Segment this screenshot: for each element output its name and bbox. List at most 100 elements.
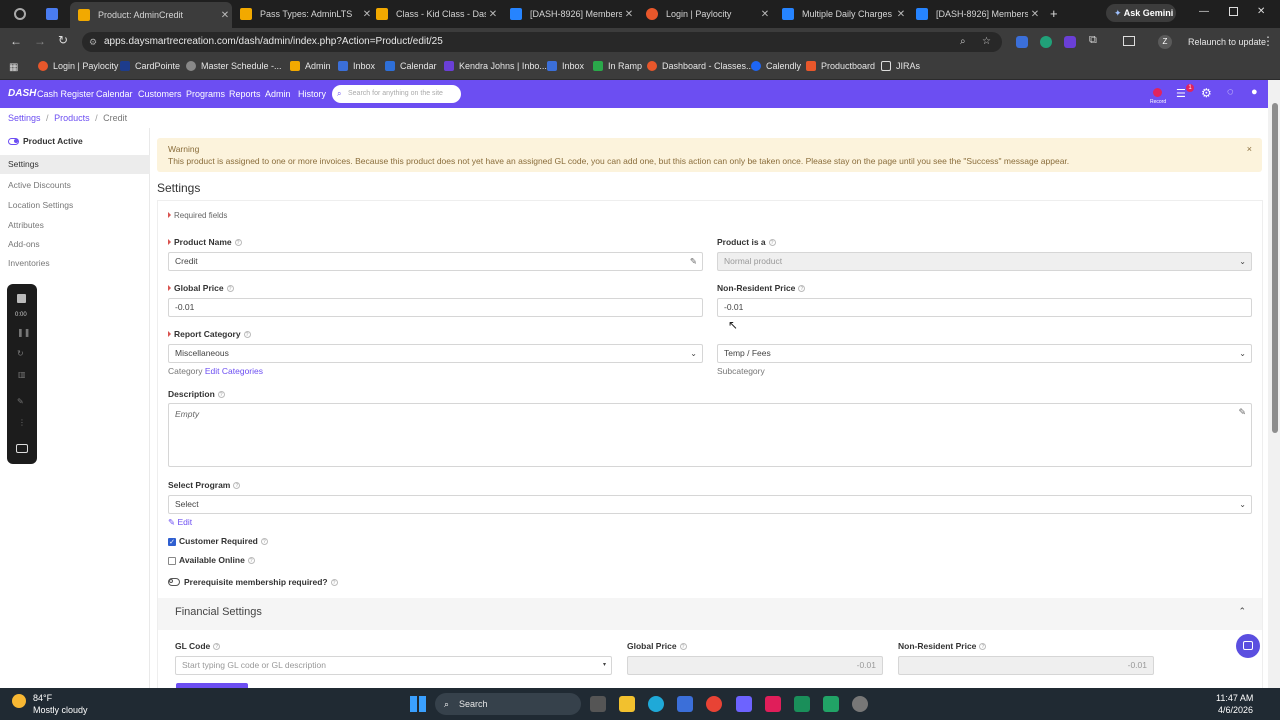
bookmark-jiras[interactable]: JIRAs	[881, 61, 920, 71]
side-panel-icon[interactable]	[1123, 36, 1135, 46]
user-account-icon[interactable]: ●	[1251, 86, 1258, 98]
record-icon[interactable]	[1153, 88, 1162, 97]
sidebar-item-settings[interactable]: Settings	[0, 155, 150, 174]
help-icon[interactable]: ?	[247, 557, 255, 565]
settings-icon[interactable]	[852, 696, 868, 712]
chat-support-icon[interactable]	[1236, 634, 1260, 658]
edit-pencil-icon[interactable]: ✎	[690, 253, 697, 270]
bookmark-inbox-2[interactable]: Inbox	[547, 61, 584, 71]
excel-icon[interactable]	[823, 696, 839, 712]
extension-icon[interactable]	[1064, 36, 1076, 48]
tab-jira-dash-8926-2[interactable]: [DASH-8926] Membersh ✕	[916, 4, 1042, 24]
close-tab-icon[interactable]: ✕	[622, 9, 636, 20]
stop-icon[interactable]	[17, 294, 26, 303]
nav-cash-register[interactable]: Cash Register	[37, 89, 94, 99]
copilot-icon[interactable]	[736, 696, 752, 712]
taskbar-search[interactable]: ⌕ Search	[435, 693, 581, 715]
extensions-puzzle-icon[interactable]: ⧉	[1089, 34, 1097, 47]
nav-reports[interactable]: Reports	[229, 89, 261, 99]
bookmark-calendly[interactable]: Calendly	[751, 61, 801, 71]
sidebar-item-location-settings[interactable]: Location Settings	[8, 200, 73, 210]
nav-history[interactable]: History	[298, 89, 326, 99]
edge-icon[interactable]	[648, 696, 664, 712]
global-price-input[interactable]: -0.01	[168, 298, 703, 317]
app-icon[interactable]	[794, 696, 810, 712]
close-tab-icon[interactable]: ✕	[894, 9, 908, 20]
subcategory-select[interactable]: Temp / Fees ⌄	[717, 344, 1252, 363]
store-icon[interactable]	[677, 696, 693, 712]
close-tab-icon[interactable]: ✕	[218, 10, 232, 21]
tab-multiple-daily-charges[interactable]: Multiple Daily Charges ✕	[782, 4, 908, 24]
restart-icon[interactable]: ↻	[17, 349, 24, 358]
relaunch-button[interactable]: Relaunch to update	[1188, 37, 1266, 47]
product-name-input[interactable]: Credit ✎	[168, 252, 703, 271]
product-type-select[interactable]: Normal product ⌄	[717, 252, 1252, 271]
taskbar-time[interactable]: 11:47 AM	[1216, 693, 1253, 703]
settings-gear-icon[interactable]: ⚙	[1201, 86, 1212, 100]
site-search-input[interactable]: ⌕ Search for anything on the site	[332, 85, 461, 103]
bookmark-productboard[interactable]: Productboard	[806, 61, 875, 71]
nav-programs[interactable]: Programs	[186, 89, 225, 99]
bookmark-admin[interactable]: Admin	[290, 61, 331, 71]
close-warning-icon[interactable]: ×	[1247, 144, 1252, 154]
ask-gemini-button[interactable]: ✦ Ask Gemini	[1106, 4, 1176, 22]
customer-required-checkbox[interactable]: ✓ Customer Required?	[168, 536, 268, 546]
help-icon[interactable]: ?	[768, 239, 776, 247]
help-icon[interactable]: ?	[679, 643, 687, 651]
bookmark-inbox[interactable]: Inbox	[338, 61, 375, 71]
bookmark-master-schedule[interactable]: Master Schedule -...	[186, 61, 282, 71]
restore-icon[interactable]	[1229, 7, 1238, 16]
address-bar[interactable]: ⚙ apps.daysmartrecreation.com/dash/admin…	[82, 32, 1002, 52]
description-editor[interactable]: Empty ✎	[168, 403, 1252, 467]
bookmark-kendra-inbox[interactable]: Kendra Johns | Inbo...	[444, 61, 547, 71]
help-icon[interactable]: ?	[243, 331, 251, 339]
close-tab-icon[interactable]: ✕	[360, 9, 374, 20]
forward-icon[interactable]: →	[34, 34, 46, 48]
tab-kid-class[interactable]: Class - Kid Class - Dash ✕	[376, 4, 500, 24]
help-icon[interactable]: ?	[330, 578, 338, 586]
tab-product-admin[interactable]: Product: AdminCredit ✕	[70, 2, 232, 28]
help-icon[interactable]: ?	[226, 285, 234, 293]
drag-handle-icon[interactable]: ⋮	[18, 418, 26, 427]
browser-menu-icon[interactable]	[14, 8, 26, 20]
dash-logo[interactable]: DASH	[8, 88, 36, 99]
extension-icon[interactable]	[1040, 36, 1052, 48]
extension-icon[interactable]	[1016, 36, 1028, 48]
tab-jira-dash-8926[interactable]: [DASH-8926] Membersh ✕	[510, 4, 636, 24]
windows-start-icon[interactable]	[410, 696, 426, 712]
help-icon[interactable]: ?	[213, 643, 221, 651]
back-icon[interactable]: ←	[10, 34, 22, 48]
edit-categories-link[interactable]: Edit Categories	[205, 366, 263, 376]
help-bulb-icon[interactable]: ◌	[1227, 86, 1234, 98]
sidebar-item-add-ons[interactable]: Add-ons	[8, 239, 40, 249]
bookmark-cardpointe[interactable]: CardPointe	[120, 61, 180, 71]
breadcrumb-settings[interactable]: Settings	[8, 113, 41, 123]
bookmark-star-icon[interactable]: ☆	[982, 32, 991, 52]
edit-pencil-icon[interactable]: ✎	[1238, 407, 1246, 418]
available-online-checkbox[interactable]: Available Online?	[168, 555, 255, 565]
new-tab-icon[interactable]: +	[1050, 6, 1058, 21]
bookmark-paylocity[interactable]: Login | Paylocity	[38, 61, 118, 71]
camera-icon[interactable]	[16, 444, 28, 453]
task-view-icon[interactable]	[590, 696, 606, 712]
page-scrollbar-thumb[interactable]	[1272, 103, 1278, 433]
sidebar-item-attributes[interactable]: Attributes	[8, 220, 44, 230]
close-window-icon[interactable]: ✕	[1257, 6, 1265, 17]
reload-icon[interactable]: ↻	[58, 33, 68, 47]
product-active-toggle[interactable]: Product Active	[8, 136, 83, 146]
chrome-menu-icon[interactable]: ⋮	[1262, 34, 1274, 48]
help-icon[interactable]: ?	[798, 285, 806, 293]
help-icon[interactable]: ?	[260, 538, 268, 546]
minimize-icon[interactable]: —	[1199, 6, 1209, 17]
nav-customers[interactable]: Customers	[138, 89, 182, 99]
tab-search-icon[interactable]	[46, 8, 58, 20]
close-tab-icon[interactable]: ✕	[1028, 9, 1042, 20]
site-info-icon[interactable]: ⚙	[89, 32, 97, 52]
taskbar-date[interactable]: 4/6/2026	[1218, 705, 1253, 715]
chevron-up-icon[interactable]: ⌃	[1238, 606, 1246, 617]
bookmark-calendar[interactable]: Calendar	[385, 61, 437, 71]
close-tab-icon[interactable]: ✕	[486, 9, 500, 20]
breadcrumb-products[interactable]: Products	[54, 113, 90, 123]
tab-paylocity[interactable]: Login | Paylocity ✕	[646, 4, 772, 24]
chrome-icon[interactable]	[706, 696, 722, 712]
